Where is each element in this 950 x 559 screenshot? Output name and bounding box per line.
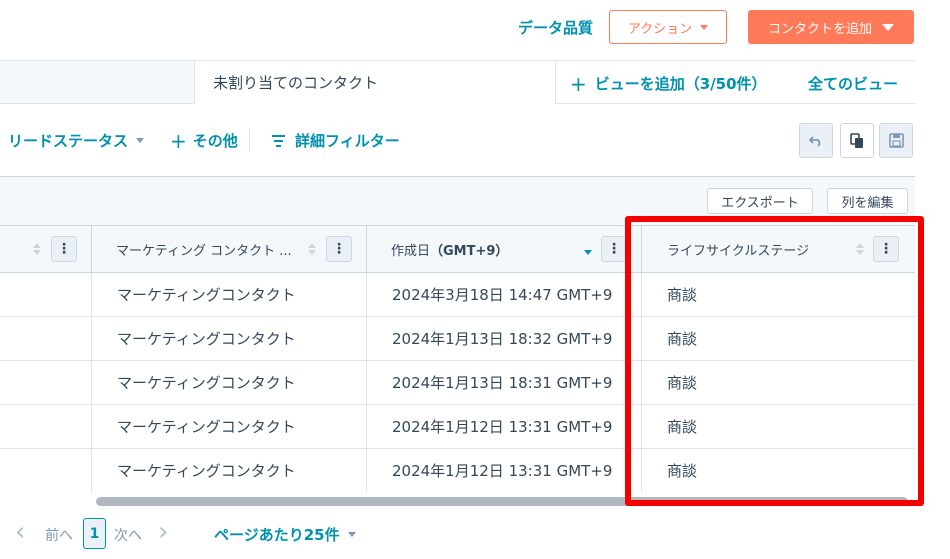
plus-icon: + <box>570 71 587 96</box>
table-row: マーケティングコンタクト 2024年1月13日 18:31 GMT+9 商談 <box>0 361 915 405</box>
clone-view-button[interactable] <box>840 123 874 158</box>
column-menu-button[interactable]: ⋮ <box>326 236 352 262</box>
edit-columns-button[interactable]: 列を編集 <box>827 188 908 214</box>
marketing-cell: マーケティングコンタクト <box>117 330 296 348</box>
column-menu-button[interactable]: ⋮ <box>873 236 899 262</box>
copy-icon <box>850 132 863 148</box>
lead-status-label: リードステータス <box>8 132 129 150</box>
add-contact-label: コンタクトを追加 <box>767 21 872 37</box>
pagination: ‹ 前へ 1 次へ › ページあたり25件 <box>0 515 950 551</box>
sort-icon[interactable] <box>33 243 41 255</box>
table-row: マーケティングコンタクト 2024年3月18日 14:47 GMT+9 商談 <box>0 273 915 317</box>
lifecycle-stage-cell: 商談 <box>667 286 698 304</box>
created-date-cell: 2024年1月13日 18:32 GMT+9 <box>392 330 613 348</box>
column-menu-button[interactable]: ⋮ <box>601 236 627 262</box>
table-row: マーケティングコンタクト 2024年1月12日 13:31 GMT+9 商談 <box>0 405 915 449</box>
chevron-down-icon <box>882 23 894 31</box>
plus-icon: + <box>170 128 187 153</box>
advanced-filters-button[interactable]: 詳細フィルター <box>272 130 400 151</box>
table-body: マーケティングコンタクト 2024年3月18日 14:47 GMT+9 商談 マ… <box>0 273 915 493</box>
created-date-cell: 2024年1月13日 18:31 GMT+9 <box>392 374 613 392</box>
table-row: マーケティングコンタクト 2024年1月12日 13:31 GMT+9 商談 <box>0 449 915 493</box>
column-header-suffix: （GMT+9） <box>430 243 509 259</box>
page-number-current[interactable]: 1 <box>83 518 106 549</box>
prev-page-button[interactable]: 前へ <box>45 525 73 545</box>
marketing-cell: マーケティングコンタクト <box>117 374 296 392</box>
table-row: マーケティングコンタクト 2024年1月13日 18:32 GMT+9 商談 <box>0 317 915 361</box>
tab-unassigned-contacts[interactable]: 未割り当てのコンタクト <box>194 60 556 104</box>
advanced-filters-label: 詳細フィルター <box>295 132 400 150</box>
data-quality-link[interactable]: データ品質 <box>518 17 593 38</box>
export-button[interactable]: エクスポート <box>707 188 813 214</box>
tab-label: 未割り当てのコンタクト <box>213 74 379 92</box>
table-toolbar: エクスポート 列を編集 <box>0 177 915 225</box>
add-contact-button[interactable]: コンタクトを追加 <box>748 10 914 44</box>
marketing-cell: マーケティングコンタクト <box>117 418 296 436</box>
chevron-down-icon <box>136 138 145 143</box>
all-views-link[interactable]: 全てのビュー <box>808 73 898 94</box>
top-bar: データ品質 アクション コンタクトを追加 <box>0 0 950 55</box>
lifecycle-stage-cell: 商談 <box>667 330 698 348</box>
column-header-label: ライフサイクルステージ <box>667 243 810 259</box>
column-header-marketing[interactable]: マーケティング コンタクト ... <box>116 226 301 272</box>
more-filters-label: その他 <box>192 132 238 150</box>
save-view-button[interactable] <box>879 123 913 158</box>
lifecycle-stage-cell: 商談 <box>667 418 698 436</box>
undo-icon <box>809 135 821 147</box>
more-filters-button[interactable]: + その他 <box>170 130 238 151</box>
filter-bar: リードステータス + その他 詳細フィルター <box>0 104 915 176</box>
view-tabs-bar: 未割り当てのコンタクト + ビューを追加（3/50件） 全てのビュー <box>0 60 915 104</box>
action-button[interactable]: アクション <box>609 10 727 44</box>
add-view-button[interactable]: + ビューを追加（3/50件） <box>570 73 767 94</box>
add-view-label: ビューを追加（3/50件） <box>594 75 767 93</box>
column-menu-button[interactable]: ⋮ <box>51 236 77 262</box>
next-page-button[interactable]: 次へ <box>114 525 142 545</box>
column-header-label: マーケティング コンタクト ... <box>116 243 292 259</box>
divider <box>249 128 250 152</box>
marketing-cell: マーケティングコンタクト <box>117 462 296 480</box>
contacts-table: エクスポート 列を編集 ⋮ マーケティング コンタクト ... ⋮ 作成日 （G… <box>0 176 915 496</box>
horizontal-scrollbar[interactable] <box>96 497 908 506</box>
created-date-cell: 2024年3月18日 14:47 GMT+9 <box>392 286 613 304</box>
undo-button[interactable] <box>799 123 833 158</box>
chevron-right-icon[interactable]: › <box>158 519 168 545</box>
filter-icon <box>272 134 285 147</box>
sort-icon[interactable] <box>856 243 864 255</box>
chevron-down-icon <box>700 24 709 30</box>
chevron-left-icon[interactable]: ‹ <box>15 519 25 545</box>
lifecycle-stage-cell: 商談 <box>667 462 698 480</box>
table-header: ⋮ マーケティング コンタクト ... ⋮ 作成日 （GMT+9） ⋮ ライフサ… <box>0 225 915 273</box>
column-header-created-date[interactable]: 作成日 （GMT+9） <box>391 226 571 272</box>
per-page-select[interactable]: ページあたり25件 <box>214 524 356 545</box>
column-header-label: 作成日 <box>391 243 431 259</box>
chevron-down-icon <box>347 532 356 537</box>
sort-icon[interactable] <box>308 243 316 255</box>
lead-status-filter[interactable]: リードステータス <box>8 130 145 151</box>
column-header-lifecycle-stage[interactable]: ライフサイクルステージ <box>667 226 847 272</box>
save-icon <box>888 133 904 148</box>
created-date-cell: 2024年1月12日 13:31 GMT+9 <box>392 462 613 480</box>
per-page-label: ページあたり25件 <box>214 526 340 544</box>
lifecycle-stage-cell: 商談 <box>667 374 698 392</box>
created-date-cell: 2024年1月12日 13:31 GMT+9 <box>392 418 613 436</box>
marketing-cell: マーケティングコンタクト <box>117 286 296 304</box>
sort-descending-icon[interactable] <box>584 243 592 255</box>
action-button-label: アクション <box>627 21 693 37</box>
